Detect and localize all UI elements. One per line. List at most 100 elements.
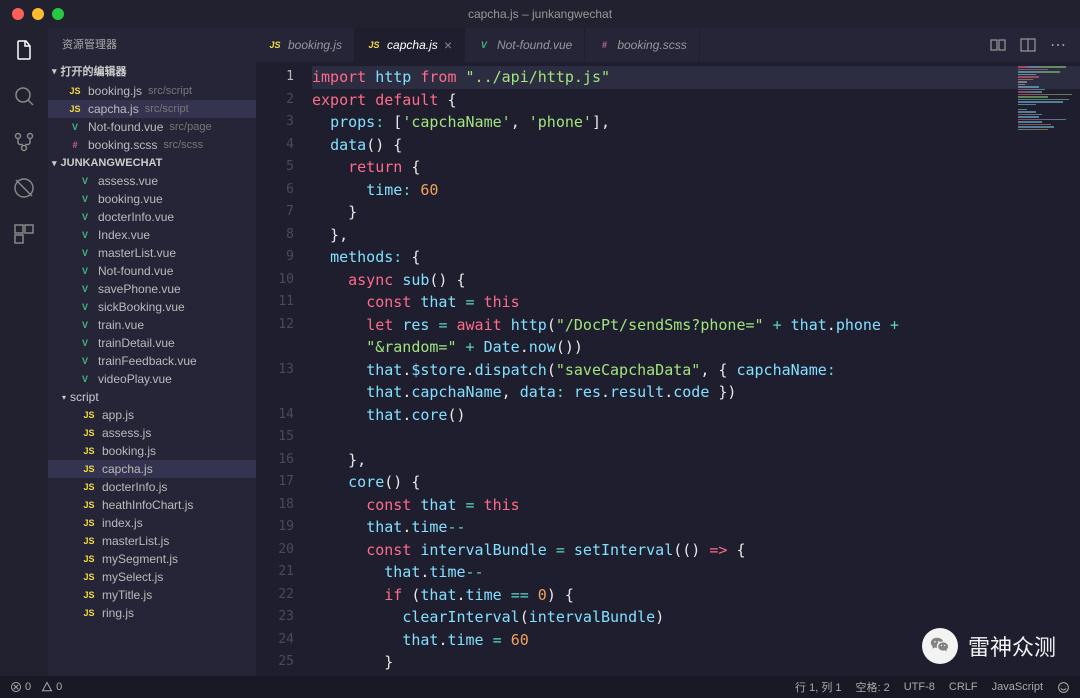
open-editor-item[interactable]: JSbooking.js src/script (48, 82, 256, 100)
extensions-icon[interactable] (10, 220, 38, 248)
split-editor-icon[interactable] (1020, 37, 1036, 53)
file-type-icon: # (68, 138, 82, 152)
explorer-sidebar: 资源管理器 打开的编辑器 JSbooking.js src/scriptJSca… (48, 28, 256, 676)
file-name: Index.vue (98, 228, 150, 242)
explorer-icon[interactable] (10, 36, 38, 64)
tab-label: capcha.js (387, 38, 438, 52)
file-name: Not-found.vue (98, 264, 173, 278)
status-encoding[interactable]: UTF-8 (904, 681, 935, 693)
tree-file-item[interactable]: VNot-found.vue (48, 262, 256, 280)
tree-file-item[interactable]: Vbooking.vue (48, 190, 256, 208)
file-path: src/scss (163, 139, 203, 151)
search-icon[interactable] (10, 82, 38, 110)
file-name: ring.js (102, 606, 134, 620)
tree-file-item[interactable]: JSmyTitle.js (48, 586, 256, 604)
tree-file-item[interactable]: VtrainDetail.vue (48, 334, 256, 352)
open-editors-header[interactable]: 打开的编辑器 (48, 60, 256, 82)
file-type-icon: JS (82, 516, 96, 530)
file-type-icon: JS (82, 606, 96, 620)
code-editor[interactable]: 1234567891011121314151617181920212223242… (256, 62, 1080, 676)
tree-file-item[interactable]: VIndex.vue (48, 226, 256, 244)
tree-file-item[interactable]: Vassess.vue (48, 172, 256, 190)
tree-file-item[interactable]: VtrainFeedback.vue (48, 352, 256, 370)
tab-label: booking.scss (617, 38, 686, 52)
close-window-button[interactable] (12, 8, 24, 20)
file-type-icon: JS (82, 534, 96, 548)
file-name: docterInfo.js (102, 480, 167, 494)
editor-tab[interactable]: #booking.scss (585, 28, 699, 62)
tree-file-item[interactable]: VsavePhone.vue (48, 280, 256, 298)
file-type-icon: V (78, 318, 92, 332)
file-type-icon: V (78, 354, 92, 368)
tree-file-item[interactable]: JS ring.js (48, 604, 256, 622)
status-language[interactable]: JavaScript (992, 681, 1043, 693)
file-name: masterList.vue (98, 246, 176, 260)
file-name: booking.vue (98, 192, 163, 206)
editor-tab[interactable]: JS booking.js (256, 28, 355, 62)
status-eol[interactable]: CRLF (949, 681, 978, 693)
close-tab-icon[interactable]: × (444, 37, 452, 53)
tree-file-item[interactable]: JSmySelect.js (48, 568, 256, 586)
sidebar-title: 资源管理器 (48, 28, 256, 60)
file-name: heathInfoChart.js (102, 498, 193, 512)
file-name: booking.js (102, 444, 156, 458)
folder-item[interactable]: script (48, 388, 256, 406)
status-feedback-icon[interactable] (1057, 681, 1070, 694)
wechat-icon (922, 628, 958, 664)
tree-file-item[interactable]: VmasterList.vue (48, 244, 256, 262)
tree-file-item[interactable]: JS docterInfo.js (48, 478, 256, 496)
tab-bar: JS booking.jsJS capcha.js × VNot-found.vue#b… (256, 28, 1080, 62)
file-path: src/script (145, 103, 189, 115)
tree-file-item[interactable]: JSheathInfoChart.js (48, 496, 256, 514)
tree-file-item[interactable]: JSassess.js (48, 424, 256, 442)
tree-file-item[interactable]: JScapcha.js (48, 460, 256, 478)
file-type-icon: V (68, 120, 82, 134)
compare-icon[interactable] (990, 37, 1006, 53)
file-name: sickBooking.vue (98, 300, 185, 314)
file-type-icon: JS (82, 552, 96, 566)
tree-file-item[interactable]: JSapp.js (48, 406, 256, 424)
file-type-icon: JS (268, 38, 282, 52)
file-path: src/page (169, 121, 211, 133)
tree-file-item[interactable]: JSindex.js (48, 514, 256, 532)
tree-file-item[interactable]: VdocterInfo.vue (48, 208, 256, 226)
tree-file-item[interactable]: VsickBooking.vue (48, 298, 256, 316)
file-type-icon: V (78, 246, 92, 260)
status-warnings[interactable]: 0 (41, 681, 62, 693)
tree-file-item[interactable]: JSmySegment.js (48, 550, 256, 568)
status-bar: 0 0 行 1, 列 1 空格: 2 UTF-8 CRLF JavaScript (0, 676, 1080, 698)
file-name: mySelect.js (102, 570, 163, 584)
status-errors[interactable]: 0 (10, 681, 31, 693)
file-type-icon: V (78, 174, 92, 188)
editor-tab[interactable]: JScapcha.js× (355, 28, 465, 62)
file-type-icon: JS (82, 426, 96, 440)
tree-file-item[interactable]: JSbooking.js (48, 442, 256, 460)
open-editor-item[interactable]: # booking.scss src/scss (48, 136, 256, 154)
project-header[interactable]: JUNKANGWECHAT (48, 154, 256, 172)
folder-name: script (70, 390, 99, 404)
editor-tab[interactable]: VNot-found.vue (465, 28, 585, 62)
file-type-icon: JS (82, 588, 96, 602)
file-name: app.js (102, 408, 134, 422)
status-spaces[interactable]: 空格: 2 (856, 679, 890, 695)
more-actions-icon[interactable]: ⋯ (1050, 37, 1066, 53)
maximize-window-button[interactable] (52, 8, 64, 20)
source-control-icon[interactable] (10, 128, 38, 156)
window-title: capcha.js – junkangwechat (468, 7, 612, 21)
tree-file-item[interactable]: JSmasterList.js (48, 532, 256, 550)
file-name: docterInfo.vue (98, 210, 174, 224)
status-cursor[interactable]: 行 1, 列 1 (795, 679, 841, 695)
file-name: train.vue (98, 318, 144, 332)
open-editor-item[interactable]: VNot-found.vue src/page (48, 118, 256, 136)
tab-label: booking.js (288, 38, 342, 52)
tree-file-item[interactable]: VvideoPlay.vue (48, 370, 256, 388)
open-editor-item[interactable]: JScapcha.js src/script (48, 100, 256, 118)
minimize-window-button[interactable] (32, 8, 44, 20)
file-type-icon: V (78, 336, 92, 350)
debug-icon[interactable] (10, 174, 38, 202)
file-name: booking.scss (88, 138, 157, 152)
file-name: capcha.js (102, 462, 153, 476)
tree-file-item[interactable]: Vtrain.vue (48, 316, 256, 334)
file-type-icon: JS (82, 480, 96, 494)
file-type-icon: V (78, 300, 92, 314)
